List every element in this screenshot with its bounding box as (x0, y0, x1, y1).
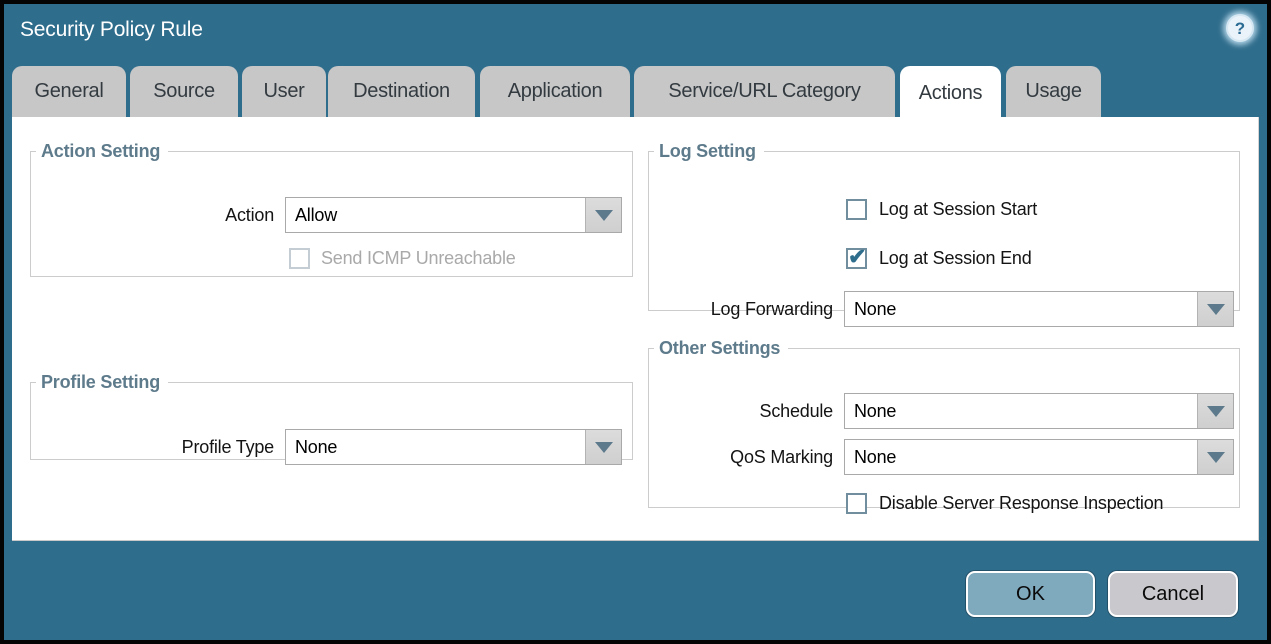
qos-marking-label: QoS Marking (649, 439, 833, 475)
qos-marking-dropdown[interactable]: None (844, 439, 1234, 475)
log-at-session-start-label: Log at Session Start (879, 197, 1037, 221)
question-mark-glyph: ? (1235, 20, 1245, 37)
chevron-down-icon (1207, 304, 1225, 315)
log-setting-legend: Log Setting (654, 141, 764, 162)
other-settings-group: Other Settings Schedule None QoS Marking… (648, 338, 1240, 508)
log-forwarding-dropdown[interactable]: None (844, 291, 1234, 327)
ok-button[interactable]: OK (966, 571, 1095, 617)
send-icmp-checkbox (289, 248, 310, 269)
log-at-session-end-checkbox[interactable] (846, 248, 867, 269)
action-setting-group: Action Setting Action Allow Send ICMP Un… (30, 141, 633, 277)
send-icmp-label: Send ICMP Unreachable (321, 246, 516, 270)
tab-source[interactable]: Source (130, 66, 238, 117)
disable-server-response-inspection-label: Disable Server Response Inspection (879, 491, 1163, 515)
schedule-label: Schedule (649, 393, 833, 429)
log-setting-group: Log Setting Log at Session Start Log at … (648, 141, 1240, 311)
disable-server-response-inspection-checkbox[interactable] (846, 493, 867, 514)
schedule-dropdown-button[interactable] (1197, 394, 1233, 428)
chevron-down-icon (1207, 452, 1225, 463)
action-setting-legend: Action Setting (36, 141, 168, 162)
profile-type-dropdown-button[interactable] (585, 430, 621, 464)
action-dropdown-value: Allow (286, 198, 585, 232)
tab-user[interactable]: User (242, 66, 326, 117)
log-forwarding-dropdown-value: None (845, 292, 1197, 326)
log-at-session-start-checkbox[interactable] (846, 199, 867, 220)
dialog-title: Security Policy Rule (20, 18, 203, 42)
profile-type-dropdown[interactable]: None (285, 429, 622, 465)
security-policy-rule-dialog: Security Policy Rule ? General Source Us… (0, 0, 1271, 644)
profile-type-dropdown-value: None (286, 430, 585, 464)
action-dropdown[interactable]: Allow (285, 197, 622, 233)
chevron-down-icon (595, 442, 613, 453)
action-dropdown-button[interactable] (585, 198, 621, 232)
tab-general[interactable]: General (12, 66, 126, 117)
qos-marking-dropdown-button[interactable] (1197, 440, 1233, 474)
log-forwarding-dropdown-button[interactable] (1197, 292, 1233, 326)
chevron-down-icon (1207, 406, 1225, 417)
tab-usage[interactable]: Usage (1006, 66, 1101, 117)
log-at-session-end-label: Log at Session End (879, 246, 1032, 270)
profile-setting-legend: Profile Setting (36, 372, 168, 393)
other-settings-legend: Other Settings (654, 338, 788, 359)
profile-type-label: Profile Type (31, 429, 274, 465)
chevron-down-icon (595, 210, 613, 221)
schedule-dropdown-value: None (845, 394, 1197, 428)
tab-destination[interactable]: Destination (328, 66, 475, 117)
tab-application[interactable]: Application (480, 66, 630, 117)
action-label: Action (31, 197, 274, 233)
log-forwarding-label: Log Forwarding (649, 291, 833, 327)
schedule-dropdown[interactable]: None (844, 393, 1234, 429)
help-icon[interactable]: ? (1226, 14, 1254, 42)
tab-actions[interactable]: Actions (900, 66, 1001, 120)
content-panel: Action Setting Action Allow Send ICMP Un… (12, 117, 1259, 541)
profile-setting-group: Profile Setting Profile Type None (30, 372, 633, 460)
tab-service-url-category[interactable]: Service/URL Category (634, 66, 895, 117)
qos-marking-dropdown-value: None (845, 440, 1197, 474)
cancel-button[interactable]: Cancel (1108, 571, 1238, 617)
